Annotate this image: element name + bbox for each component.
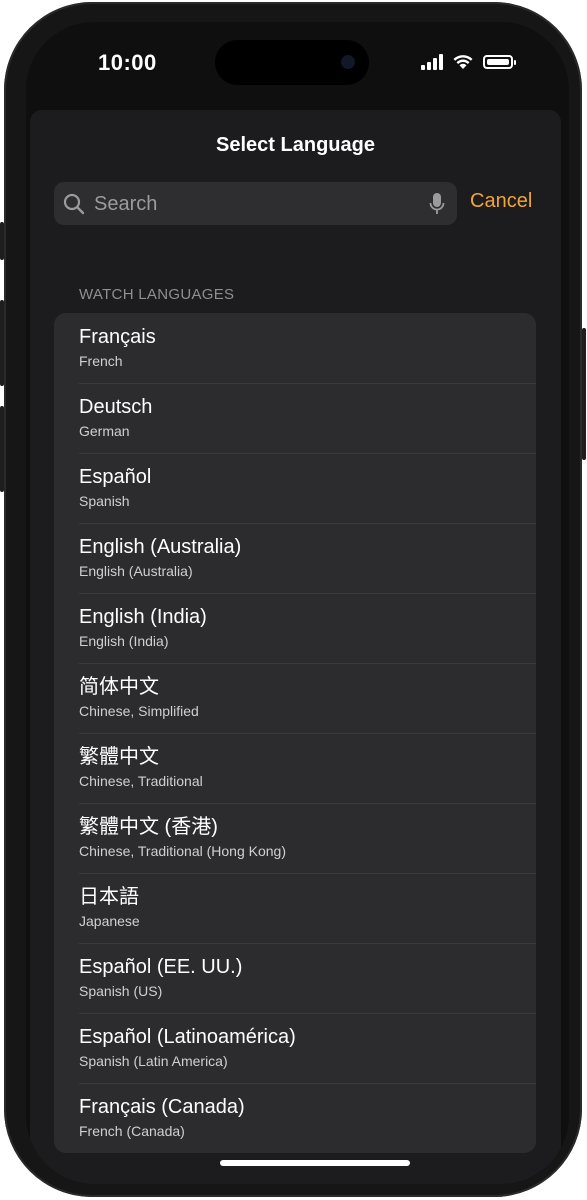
search-input[interactable] — [92, 182, 416, 227]
volume-down-button — [0, 406, 4, 492]
language-english-name: English (Australia) — [79, 563, 193, 579]
cancel-button[interactable]: Cancel — [470, 190, 532, 213]
list-item[interactable]: Français French — [54, 313, 536, 383]
language-picker-sheet: Select Language Cancel WATCH LANGUAGES F… — [30, 110, 561, 1184]
status-time: 10:00 — [98, 50, 157, 75]
search-field[interactable] — [54, 182, 457, 227]
language-english-name: Spanish — [79, 493, 130, 509]
list-item[interactable]: 简体中文 Chinese, Simplified — [54, 663, 536, 733]
power-button — [582, 328, 586, 460]
language-english-name: Chinese, Traditional — [79, 773, 203, 789]
list-item[interactable]: 日本語 Japanese — [54, 873, 536, 943]
volume-up-button — [0, 300, 4, 386]
language-english-name: Chinese, Traditional (Hong Kong) — [79, 843, 287, 859]
language-english-name: Spanish (Latin America) — [79, 1053, 228, 1069]
dynamic-island — [215, 40, 369, 85]
language-name: Deutsch — [79, 396, 153, 418]
language-english-name: Japanese — [79, 913, 140, 929]
language-name: Français — [79, 326, 156, 348]
language-name: 繁體中文 — [79, 746, 159, 768]
wifi-icon — [453, 55, 473, 69]
section-header-watch-languages: WATCH LANGUAGES — [79, 286, 235, 303]
language-name: English (Australia) — [79, 536, 242, 558]
action-button — [0, 222, 4, 260]
list-item[interactable]: Français (Canada) French (Canada) — [54, 1083, 536, 1153]
list-item[interactable]: Español (Latinoamérica) Spanish (Latin Am… — [54, 1013, 536, 1083]
language-english-name: English (India) — [79, 633, 169, 649]
sheet-title: Select Language — [216, 134, 375, 156]
language-english-name: French (Canada) — [79, 1123, 185, 1139]
language-name: 繁體中文 (香港) — [79, 816, 218, 838]
list-item[interactable]: 繁體中文 (香港) Chinese, Traditional (Hong Kong… — [54, 803, 536, 873]
list-item[interactable]: Español (EE. UU.) Spanish (US) — [54, 943, 536, 1013]
battery-icon — [483, 55, 516, 69]
list-item[interactable]: Deutsch German — [54, 383, 536, 453]
language-name: Español (Latinoamérica) — [79, 1026, 296, 1048]
microphone-icon[interactable] — [429, 192, 445, 216]
language-name: Français (Canada) — [79, 1096, 245, 1118]
language-english-name: German — [79, 423, 130, 439]
language-name: 简体中文 — [79, 676, 159, 698]
list-item[interactable]: Español Spanish — [54, 453, 536, 523]
cellular-signal-icon — [421, 54, 443, 70]
language-name: 日本語 — [79, 886, 139, 908]
language-name: Español — [79, 466, 152, 488]
language-name: Español (EE. UU.) — [79, 956, 243, 978]
magnifying-glass-icon — [63, 193, 85, 215]
screen: 10:00 Select Language Search Cancel WATC… — [26, 22, 569, 1184]
list-item[interactable]: English (India) English (India) — [54, 593, 536, 663]
status-indicators — [421, 54, 516, 70]
language-name: English (India) — [79, 606, 207, 628]
phone-frame: 10:00 Select Language Search Cancel WATC… — [0, 2, 586, 1197]
language-english-name: Chinese, Simplified — [79, 703, 199, 719]
camera-icon — [341, 55, 355, 69]
language-english-name: French — [79, 353, 123, 369]
language-english-name: Spanish (US) — [79, 983, 163, 999]
language-list: Français French Deutsch German Español Span… — [54, 313, 536, 1153]
home-indicator[interactable] — [220, 1160, 410, 1166]
list-item[interactable]: 繁體中文 Chinese, Traditional — [54, 733, 536, 803]
list-item[interactable]: English (Australia) English (Australia) — [54, 523, 536, 593]
